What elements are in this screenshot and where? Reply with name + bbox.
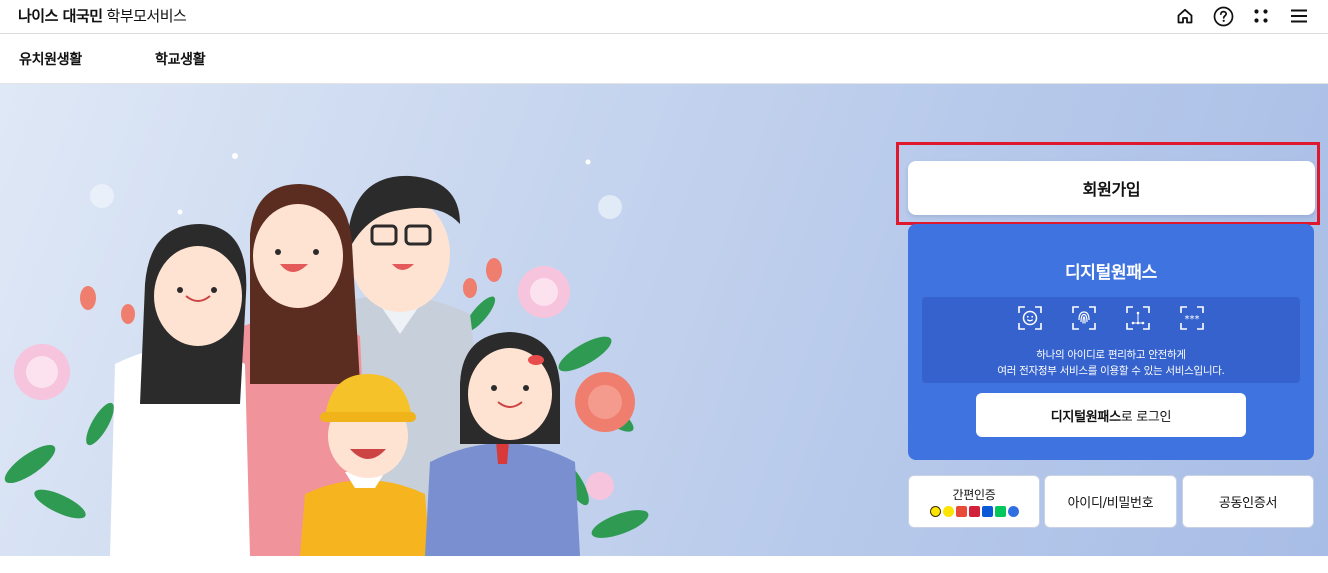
digital-onepass-title: 디지털원패스 xyxy=(1064,263,1158,283)
auth-method-icons: *** xyxy=(922,305,1300,331)
digital-onepass-desc-line1: 하나의 아이디로 편리하고 안전하게 xyxy=(1036,349,1186,361)
pin-password-icon: *** xyxy=(1180,306,1204,330)
login-options: 간편인증 아이디/비밀번호 공동인증서 xyxy=(908,475,1314,528)
site-logo[interactable]: 나이스 대국민 학부모서비스 xyxy=(18,6,187,26)
brand-name: 나이스 대국민 xyxy=(18,7,103,25)
simple-auth-button[interactable]: 간편인증 xyxy=(908,475,1040,528)
digital-onepass-login-rest: 로 로그인 xyxy=(1120,409,1172,425)
fingerprint-icon xyxy=(1072,306,1096,330)
toss-logo-icon xyxy=(968,506,980,517)
kakao-logo-icon xyxy=(929,506,941,517)
digital-onepass-login-bold: 디지털원패스 xyxy=(1050,409,1121,425)
bank-logo-icon xyxy=(981,506,993,517)
home-icon[interactable] xyxy=(1174,5,1196,27)
hero-banner: 회원가입 디지털원패스 *** 하나의 아이디로 편리하고 안전하게 여러 전자… xyxy=(0,84,1328,556)
top-icons xyxy=(1174,5,1310,27)
face-recognition-icon xyxy=(1018,306,1042,330)
certificate-login-button[interactable]: 공동인증서 xyxy=(1182,475,1314,528)
pass-logo-icon xyxy=(942,506,954,517)
naver-logo-icon xyxy=(994,506,1006,517)
nav-item-school[interactable]: 학교생활 xyxy=(155,49,206,69)
apps-grid-icon[interactable] xyxy=(1250,5,1272,27)
svg-text:***: *** xyxy=(1185,314,1200,325)
help-icon[interactable] xyxy=(1212,5,1234,27)
shinhan-logo-icon xyxy=(1007,506,1019,517)
menu-icon[interactable] xyxy=(1288,5,1310,27)
digital-onepass-login-button[interactable]: 디지털원패스 로 로그인 xyxy=(976,393,1246,437)
page-bottom xyxy=(0,556,1328,573)
simple-auth-provider-logos xyxy=(929,506,1019,517)
pattern-icon xyxy=(1126,306,1150,330)
simple-auth-label: 간편인증 xyxy=(952,488,996,502)
family-illustration xyxy=(4,153,649,556)
nav-item-kindergarten[interactable]: 유치원생활 xyxy=(19,49,82,69)
main-nav: 유치원생활 학교생활 xyxy=(0,34,1328,84)
digital-onepass-info: *** 하나의 아이디로 편리하고 안전하게 여러 전자정부 서비스를 이용할 … xyxy=(922,297,1300,383)
digital-onepass-card: 디지털원패스 *** 하나의 아이디로 편리하고 안전하게 여러 전자정부 서비… xyxy=(908,224,1314,460)
digital-onepass-desc-line2: 여러 전자정부 서비스를 이용할 수 있는 서비스입니다. xyxy=(997,365,1225,377)
join-button[interactable]: 회원가입 xyxy=(908,161,1315,215)
brand-service-name: 학부모서비스 xyxy=(106,7,187,25)
top-bar: 나이스 대국민 학부모서비스 xyxy=(0,0,1328,34)
id-password-login-button[interactable]: 아이디/비밀번호 xyxy=(1044,475,1177,528)
payco-logo-icon xyxy=(955,506,967,517)
